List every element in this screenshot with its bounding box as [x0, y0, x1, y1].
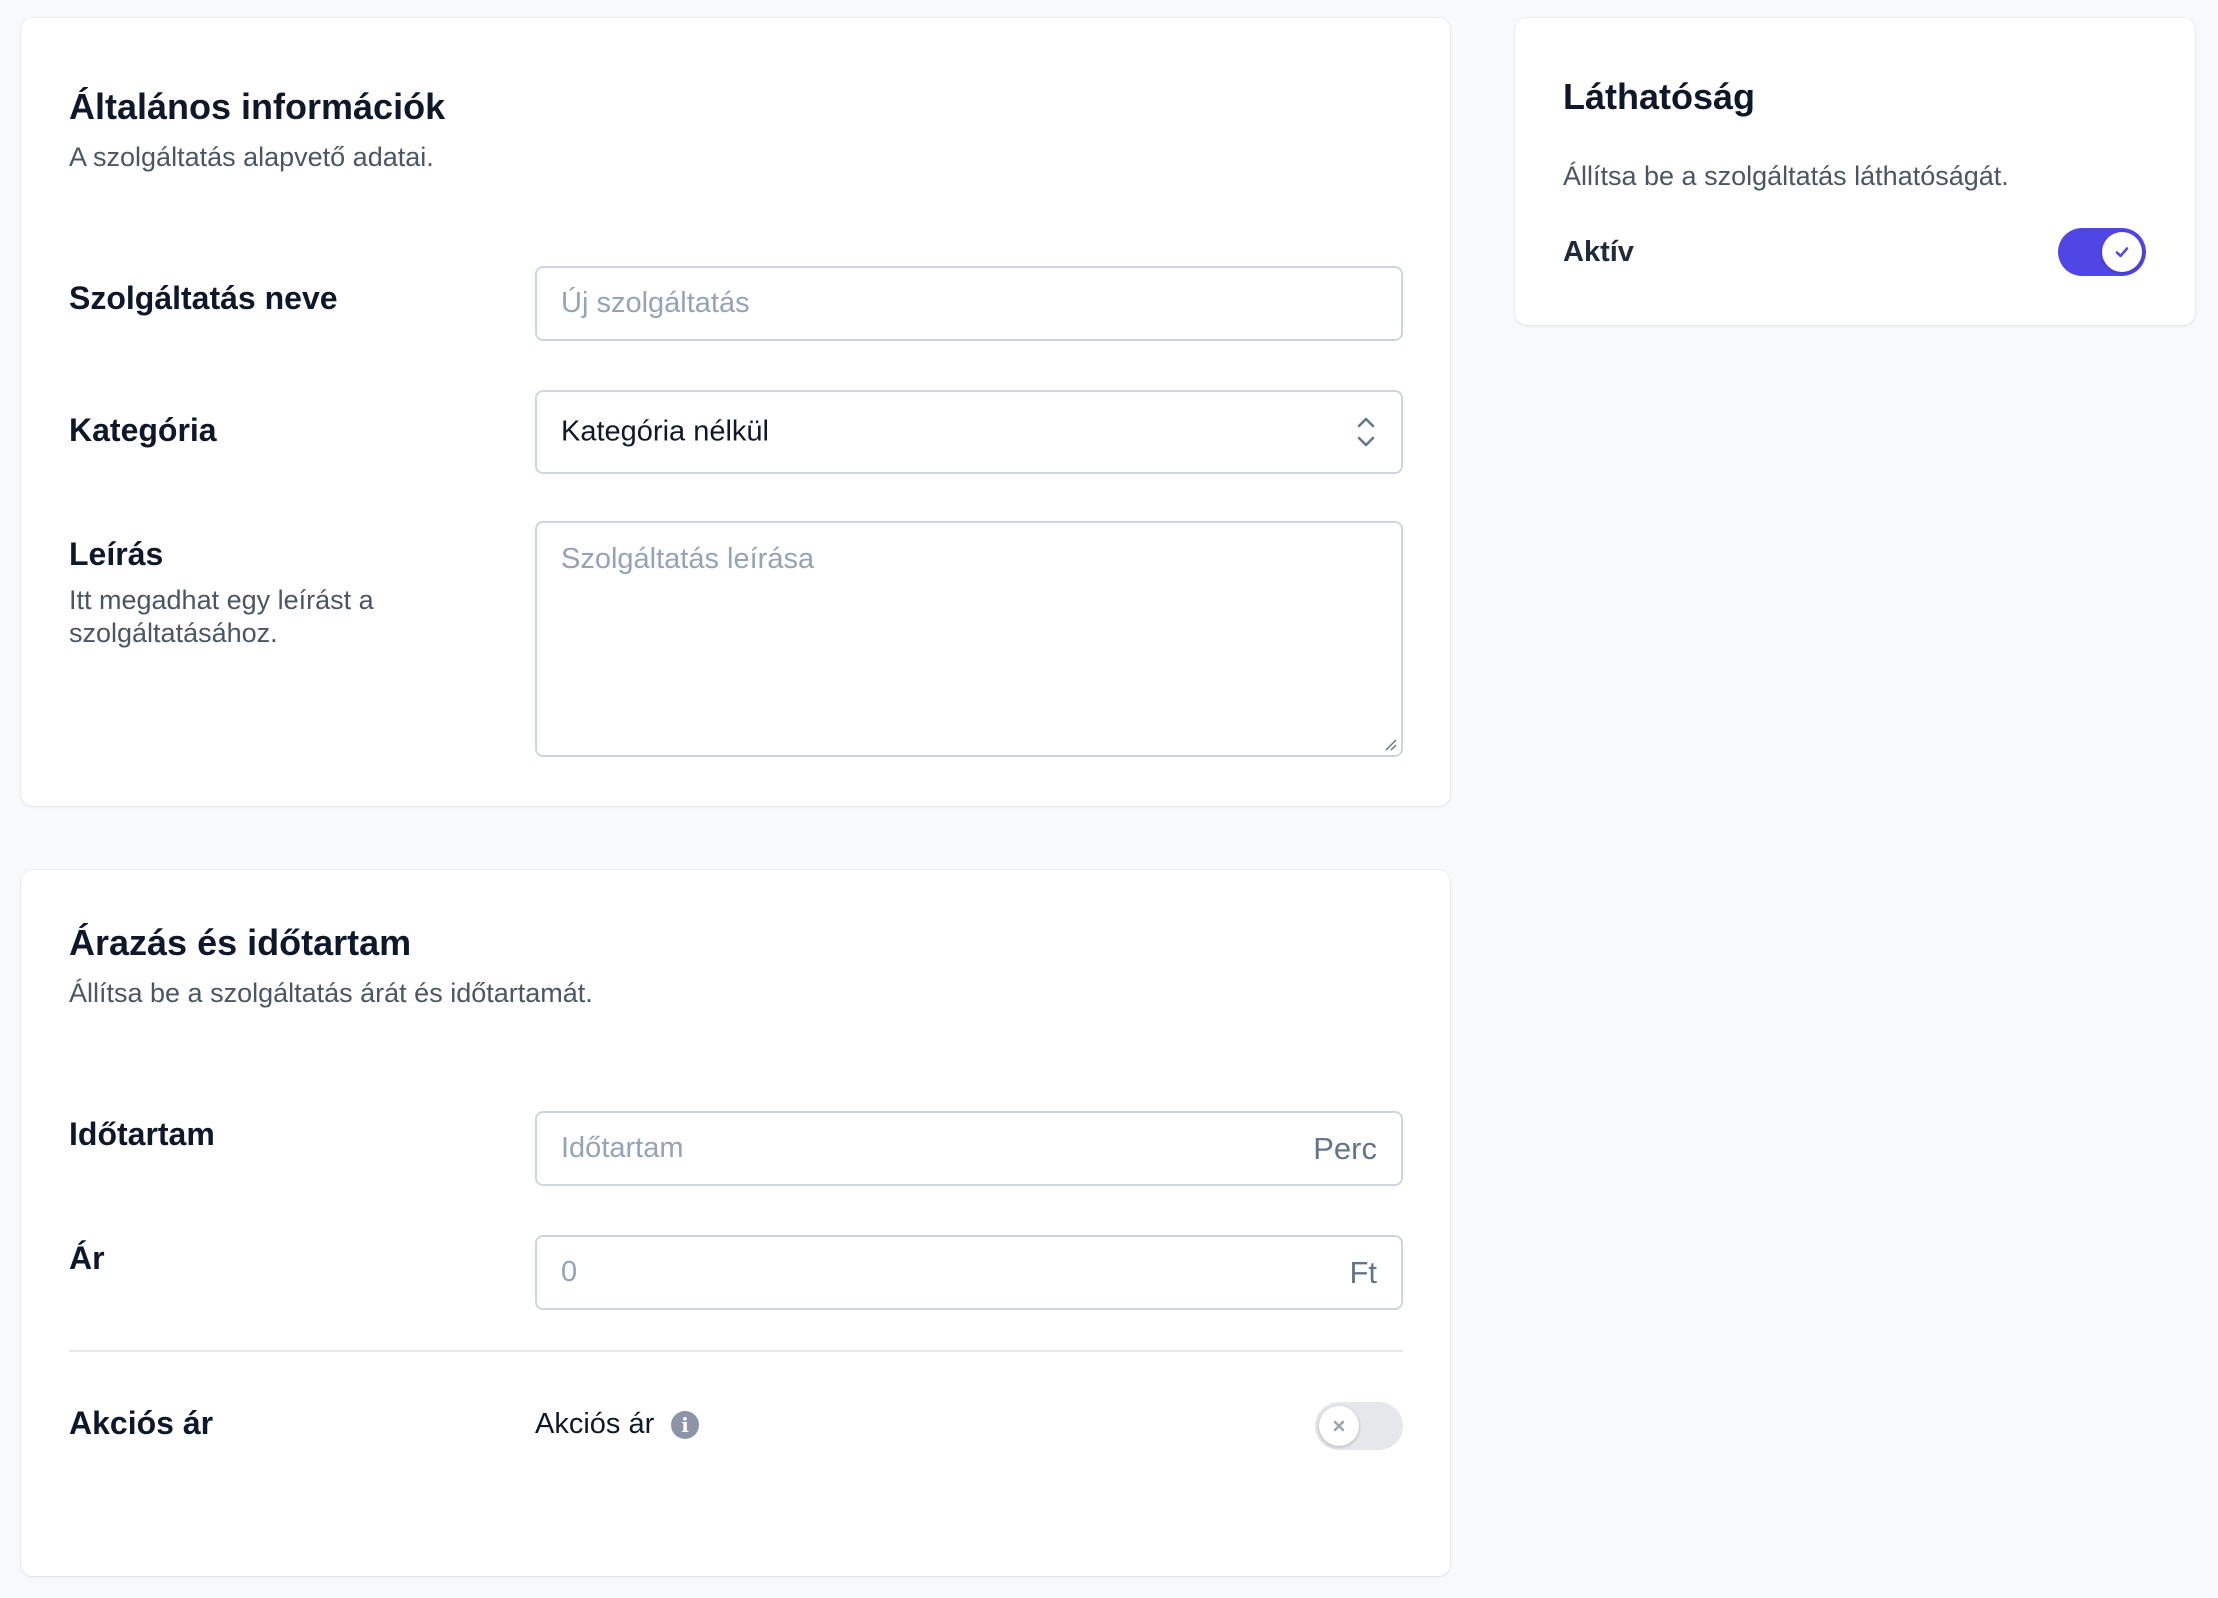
price-suffix: Ft [1349, 1254, 1377, 1290]
description-label: Leírás [69, 536, 164, 572]
active-toggle[interactable] [2058, 228, 2146, 276]
pricing-subtitle: Állítsa be a szolgáltatás árát és időtar… [69, 978, 593, 1008]
category-selected-value: Kategória nélkül [561, 415, 769, 448]
visibility-subtitle: Állítsa be a szolgáltatás láthatóságát. [1563, 161, 2009, 191]
sale-price-inline-label: Akciós ár [535, 1408, 655, 1440]
duration-suffix: Perc [1313, 1130, 1377, 1166]
category-select[interactable]: Kategória nélkül [535, 390, 1403, 474]
chevron-up-down-icon [1357, 417, 1375, 447]
sale-price-label: Akciós ár [69, 1405, 214, 1441]
general-info-title: Általános információk [69, 86, 446, 127]
visibility-card: Láthatóság Állítsa be a szolgáltatás lát… [1515, 18, 2195, 325]
duration-field: Perc [535, 1111, 1403, 1186]
service-name-input[interactable] [537, 268, 1401, 339]
price-field: Ft [535, 1235, 1403, 1310]
check-icon [2115, 247, 2129, 258]
active-label: Aktív [1563, 236, 1634, 268]
price-label: Ár [69, 1240, 105, 1276]
description-field [535, 521, 1403, 757]
duration-input[interactable] [537, 1113, 1401, 1184]
toggle-knob [1319, 1406, 1359, 1446]
price-input[interactable] [537, 1237, 1401, 1308]
toggle-knob [2102, 232, 2142, 272]
resize-handle-icon[interactable] [1382, 736, 1398, 752]
category-label: Kategória [69, 412, 217, 448]
info-icon[interactable]: i [671, 1411, 699, 1439]
visibility-title: Láthatóság [1563, 76, 1756, 117]
service-name-field [535, 266, 1403, 341]
service-name-label: Szolgáltatás neve [69, 280, 338, 316]
description-help-text: Itt megadhat egy leírást a szolgáltatásá… [69, 585, 374, 648]
pricing-divider [69, 1350, 1403, 1352]
pricing-card: Árazás és időtartam Állítsa be a szolgál… [21, 870, 1450, 1576]
duration-label: Időtartam [69, 1116, 215, 1152]
x-icon [1333, 1420, 1345, 1432]
general-info-card: Általános információk A szolgáltatás ala… [21, 18, 1450, 806]
sale-price-toggle[interactable] [1315, 1402, 1403, 1450]
description-textarea[interactable] [537, 523, 1401, 755]
general-info-subtitle: A szolgáltatás alapvető adatai. [69, 142, 434, 172]
pricing-title: Árazás és időtartam [69, 922, 412, 963]
